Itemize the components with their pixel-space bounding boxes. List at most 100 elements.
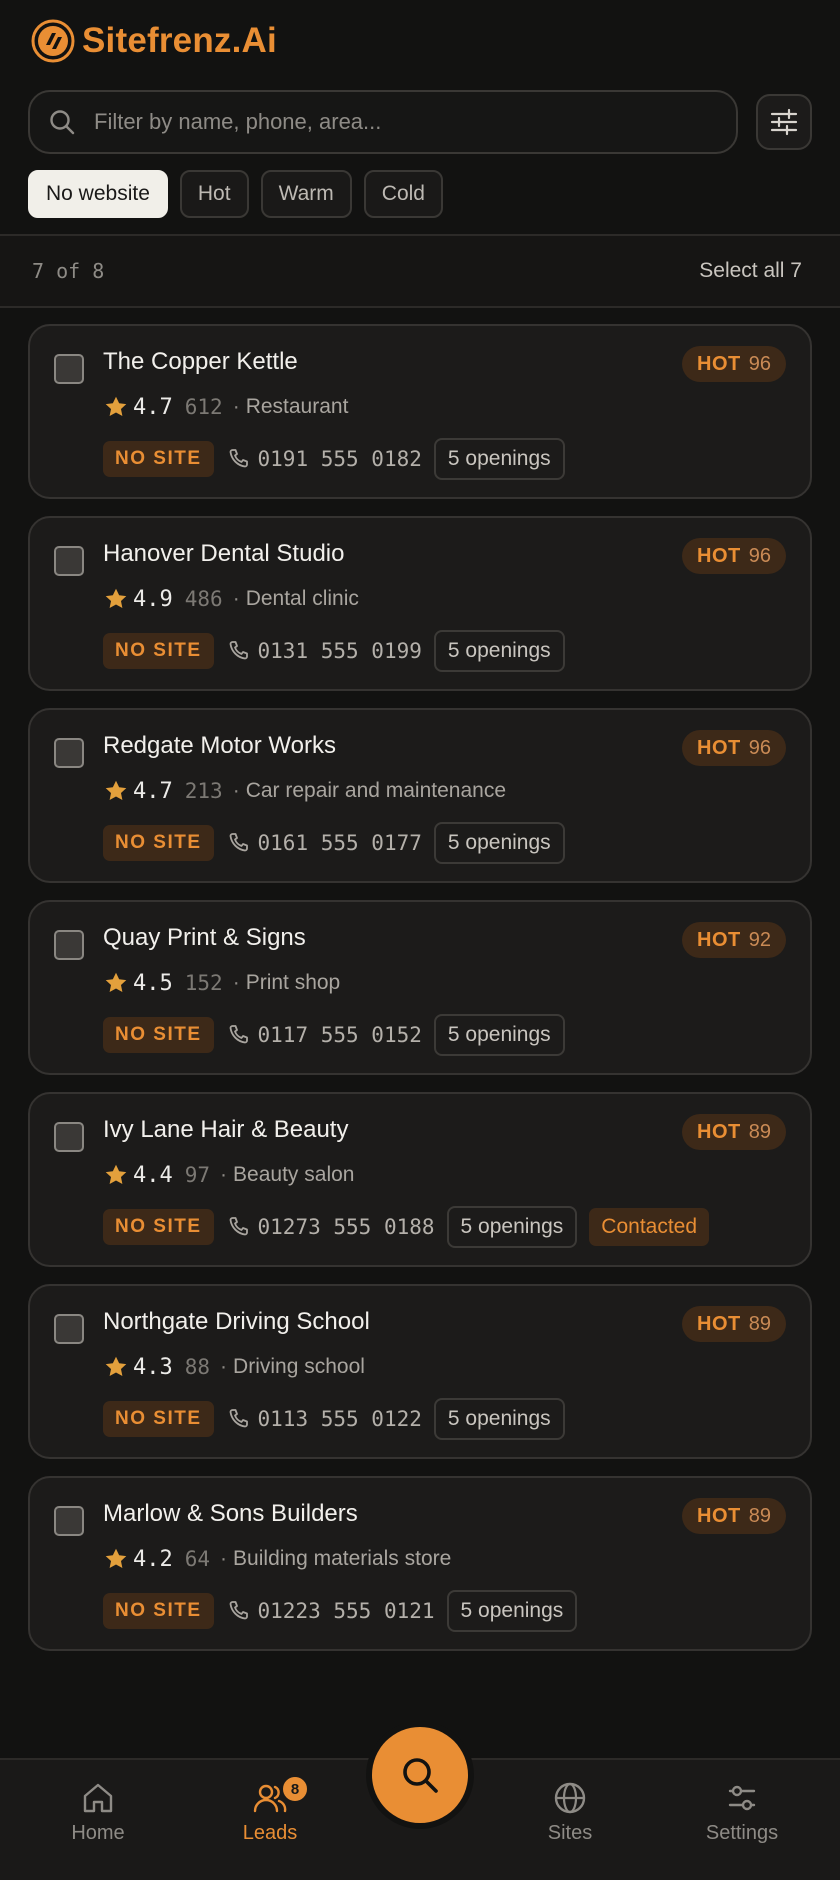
search-fab-button[interactable] [372, 1727, 468, 1823]
settings-sliders-icon [728, 1785, 756, 1811]
business-category: Print shop [245, 971, 341, 994]
filter-settings-button[interactable] [756, 94, 812, 150]
sliders-icon [770, 108, 798, 136]
select-all-button[interactable]: Select all 7 [699, 259, 802, 283]
lead-card[interactable]: Quay Print & Signs HOT 92 4.5 152 · Prin… [28, 900, 812, 1075]
nav-home[interactable]: Home [28, 1780, 168, 1845]
temperature-label: HOT [697, 1504, 741, 1527]
nav-sites-label: Sites [547, 1822, 593, 1844]
lead-checkbox[interactable] [54, 930, 84, 960]
openings-button[interactable]: 5 openings [446, 1206, 578, 1248]
filter-chips: No website Hot Warm Cold [0, 154, 840, 218]
lead-checkbox[interactable] [54, 354, 84, 384]
phone-icon [229, 641, 248, 660]
lead-card[interactable]: Ivy Lane Hair & Beauty HOT 89 4.4 97 · B… [28, 1092, 812, 1267]
chip-cold[interactable]: Cold [363, 170, 443, 218]
no-site-badge: NO SITE [103, 1593, 214, 1629]
app-name: Sitefrenz.Ai [82, 21, 277, 60]
lead-score: 96 [748, 352, 771, 375]
lead-checkbox[interactable] [54, 1314, 84, 1344]
phone-link[interactable]: 01223 555 0121 [226, 1599, 435, 1623]
nav-home-label: Home [71, 1822, 125, 1844]
temperature-label: HOT [697, 1312, 741, 1335]
phone-icon [229, 1025, 248, 1044]
no-site-badge: NO SITE [103, 1401, 214, 1437]
chip-hot[interactable]: Hot [179, 170, 249, 218]
lead-checkbox[interactable] [54, 1122, 84, 1152]
results-bar: 7 of 8 Select all 7 [0, 234, 840, 308]
lead-card[interactable]: Redgate Motor Works HOT 96 4.7 213 · Car… [28, 708, 812, 883]
separator-dot: · [220, 1163, 228, 1186]
lead-checkbox[interactable] [54, 1506, 84, 1536]
nav-sites[interactable]: Sites [500, 1780, 640, 1845]
leads-count-badge: 8 [280, 1774, 310, 1804]
chip-no-website[interactable]: No website [28, 170, 168, 218]
lead-score: 89 [748, 1312, 771, 1335]
openings-button[interactable]: 5 openings [433, 630, 565, 672]
search-icon [50, 110, 75, 135]
business-category: Dental clinic [245, 587, 359, 610]
temperature-label: HOT [697, 928, 741, 951]
lead-card[interactable]: Marlow & Sons Builders HOT 89 4.2 64 · B… [28, 1476, 812, 1651]
lead-card[interactable]: Northgate Driving School HOT 89 4.3 88 ·… [28, 1284, 812, 1459]
openings-button[interactable]: 5 openings [433, 1014, 565, 1056]
nav-settings[interactable]: Settings [672, 1780, 812, 1845]
phone-link[interactable]: 0113 555 0122 [226, 1407, 422, 1431]
temperature-badge: HOT 96 [682, 346, 786, 382]
lead-checkbox[interactable] [54, 546, 84, 576]
temperature-badge: HOT 96 [682, 538, 786, 574]
star-icon [105, 1548, 127, 1568]
lead-name: Redgate Motor Works [103, 732, 336, 759]
phone-number: 0117 555 0152 [257, 1023, 422, 1047]
phone-icon [229, 1217, 248, 1236]
phone-icon [229, 1601, 248, 1620]
review-count: 64 [184, 1547, 211, 1571]
lead-name: The Copper Kettle [103, 348, 298, 375]
no-site-badge: NO SITE [103, 1209, 214, 1245]
lead-name: Quay Print & Signs [103, 924, 306, 951]
star-icon [105, 780, 127, 800]
separator-dot: · [232, 779, 240, 802]
business-category: Building materials store [233, 1547, 452, 1570]
separator-dot: · [220, 1547, 228, 1570]
search-box[interactable] [28, 90, 738, 154]
globe-icon [554, 1782, 586, 1814]
lead-score: 96 [748, 544, 771, 567]
phone-link[interactable]: 0131 555 0199 [226, 639, 422, 663]
phone-link[interactable]: 0161 555 0177 [226, 831, 422, 855]
rating-value: 4.4 [133, 1162, 173, 1188]
temperature-badge: HOT 92 [682, 922, 786, 958]
lead-list: The Copper Kettle HOT 96 4.7 612 · Resta… [0, 308, 840, 1651]
nav-leads[interactable]: 8 Leads [200, 1774, 340, 1845]
phone-link[interactable]: 01273 555 0188 [226, 1215, 435, 1239]
lead-checkbox[interactable] [54, 738, 84, 768]
phone-link[interactable]: 0117 555 0152 [226, 1023, 422, 1047]
chip-warm[interactable]: Warm [260, 170, 352, 218]
home-icon [83, 1783, 113, 1813]
openings-button[interactable]: 5 openings [433, 822, 565, 864]
phone-number: 01273 555 0188 [257, 1215, 435, 1239]
lead-card[interactable]: The Copper Kettle HOT 96 4.7 612 · Resta… [28, 324, 812, 499]
no-site-badge: NO SITE [103, 441, 214, 477]
lead-score: 89 [748, 1120, 771, 1143]
star-icon [105, 972, 127, 992]
openings-button[interactable]: 5 openings [433, 438, 565, 480]
business-category: Restaurant [245, 395, 349, 418]
star-icon [105, 1356, 127, 1376]
contacted-badge: Contacted [589, 1208, 710, 1246]
search-input[interactable] [94, 109, 694, 135]
openings-button[interactable]: 5 openings [446, 1590, 578, 1632]
openings-button[interactable]: 5 openings [433, 1398, 565, 1440]
temperature-label: HOT [697, 736, 741, 759]
lead-card[interactable]: Hanover Dental Studio HOT 96 4.9 486 · D… [28, 516, 812, 691]
phone-number: 0131 555 0199 [257, 639, 422, 663]
no-site-badge: NO SITE [103, 633, 214, 669]
phone-number: 01223 555 0121 [257, 1599, 435, 1623]
phone-link[interactable]: 0191 555 0182 [226, 447, 422, 471]
phone-icon [229, 1409, 248, 1428]
phone-icon [229, 449, 248, 468]
review-count: 88 [184, 1355, 211, 1379]
separator-dot: · [220, 1355, 228, 1378]
lead-name: Northgate Driving School [103, 1308, 370, 1335]
rating-value: 4.5 [133, 970, 173, 996]
